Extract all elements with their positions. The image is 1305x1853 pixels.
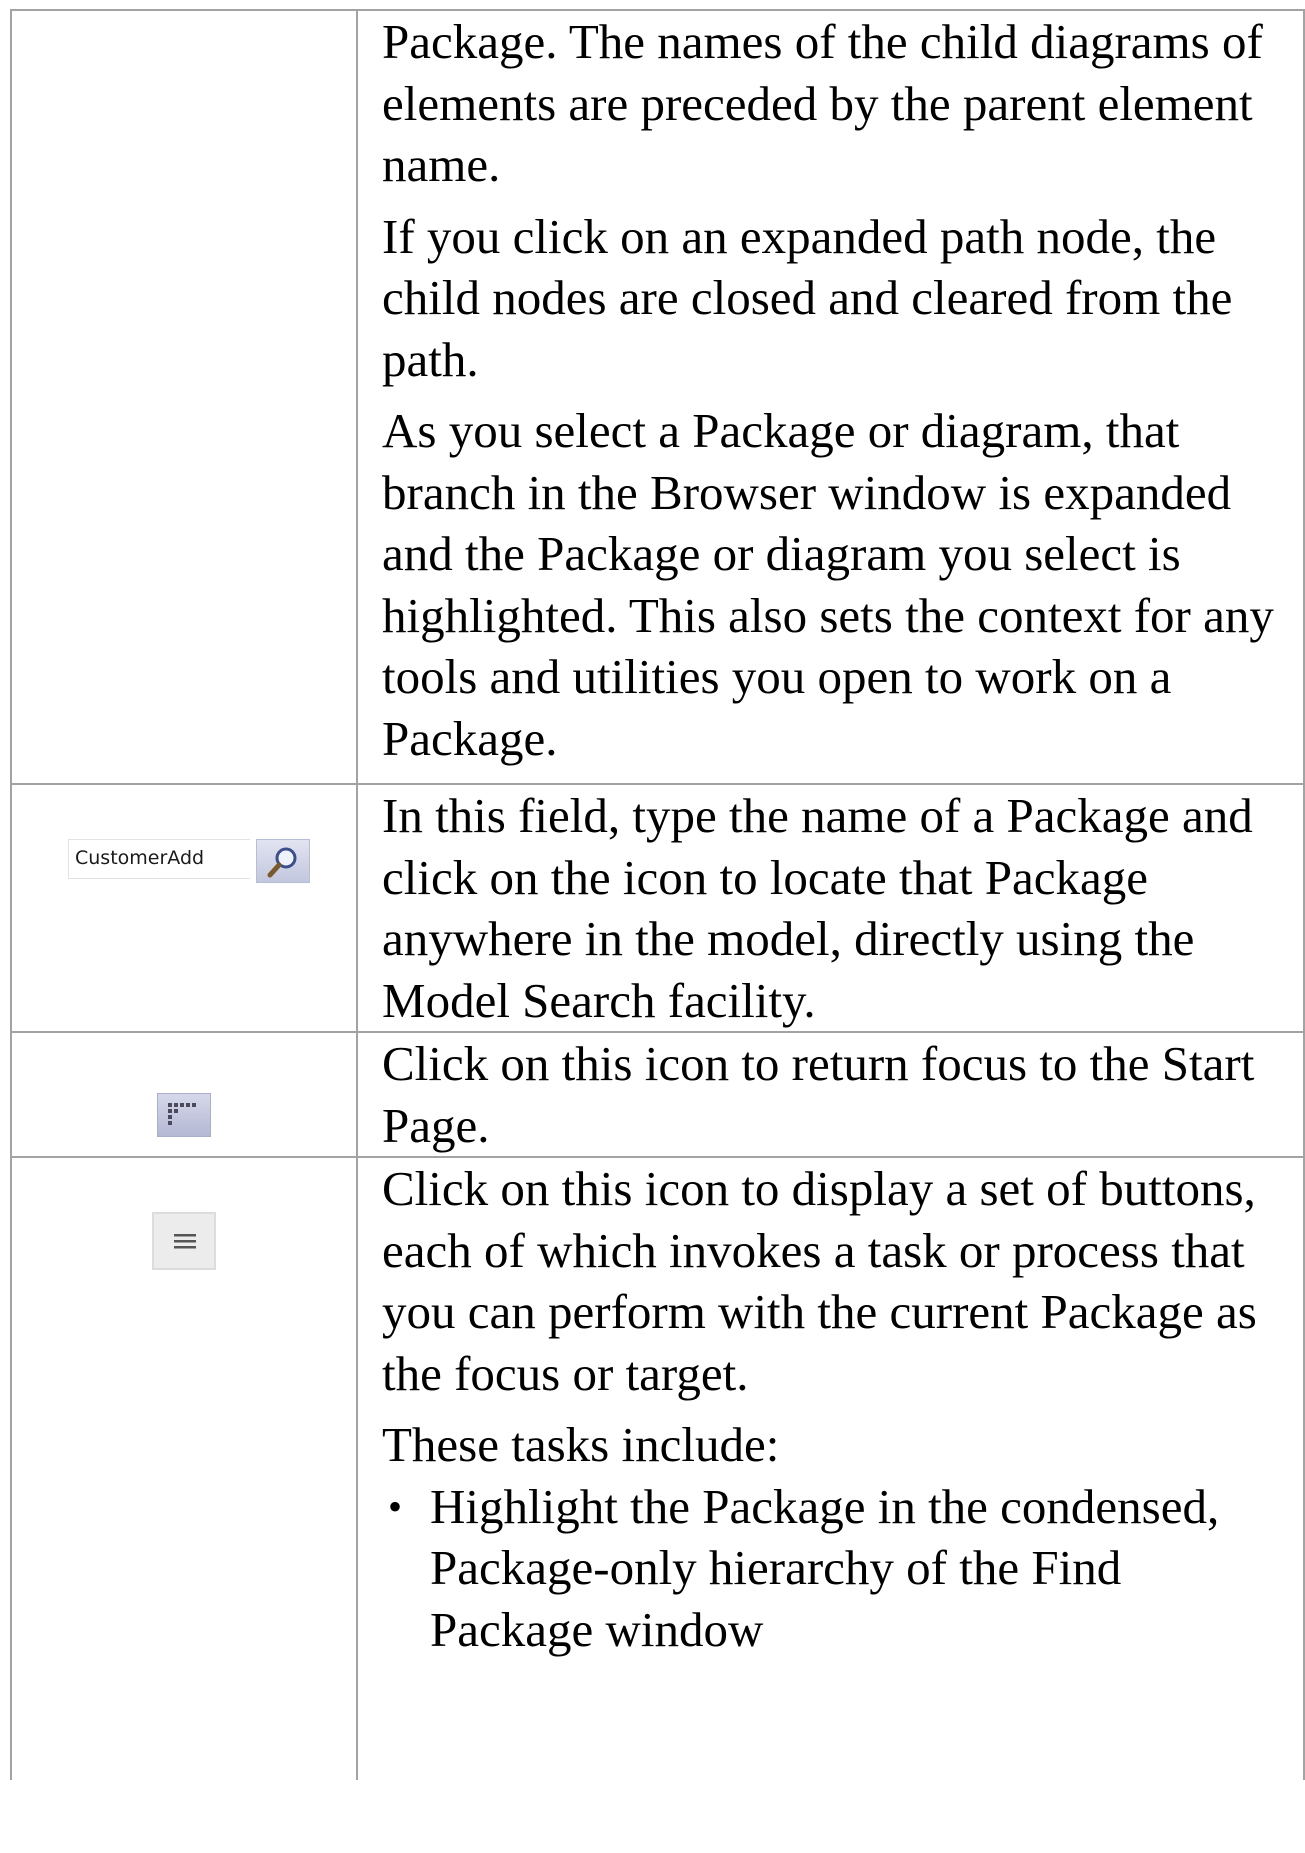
icon-cell: [10, 1031, 358, 1158]
package-search-input[interactable]: CustomerAdd: [68, 839, 250, 879]
paragraph: If you click on an expanded path node, t…: [382, 208, 1233, 387]
icon-cell: CustomerAdd: [10, 783, 358, 1033]
paragraph: These tasks include:: [382, 1417, 780, 1472]
paragraph: In this field, type the name of a Packag…: [382, 788, 1253, 1028]
list-item-text: Highlight the Package in the condensed, …: [430, 1478, 1220, 1657]
description-cell: Click on this icon to display a set of b…: [356, 1156, 1305, 1780]
table-row: Click on this icon to display a set of b…: [10, 1156, 1305, 1780]
description-cell: In this field, type the name of a Packag…: [356, 783, 1305, 1033]
description-cell: Click on this icon to return focus to th…: [356, 1031, 1305, 1158]
package-search-widget: CustomerAdd: [68, 839, 310, 883]
paragraph: Click on this icon to return focus to th…: [382, 1036, 1255, 1153]
start-page-icon[interactable]: [157, 1093, 211, 1137]
description-cell: Package. The names of the child diagrams…: [356, 9, 1305, 785]
list-item: • Highlight the Package in the condensed…: [382, 1476, 1277, 1661]
search-button[interactable]: [256, 839, 310, 883]
menu-icon[interactable]: [152, 1212, 216, 1270]
paragraph: As you select a Package or diagram, that…: [382, 403, 1274, 766]
bullet-icon: •: [388, 1483, 403, 1529]
table-row: CustomerAdd In this field, type the name…: [10, 783, 1305, 1033]
paragraph: Package. The names of the child diagrams…: [382, 14, 1263, 192]
magnifier-icon: [267, 847, 297, 878]
icon-cell: [10, 1156, 358, 1780]
paragraph: Click on this icon to display a set of b…: [382, 1161, 1257, 1401]
icon-cell-empty: [10, 9, 358, 785]
table-row: Click on this icon to return focus to th…: [10, 1031, 1305, 1158]
task-list: • Highlight the Package in the condensed…: [382, 1476, 1277, 1661]
table-row: Package. The names of the child diagrams…: [10, 9, 1305, 785]
description-table: Package. The names of the child diagrams…: [10, 9, 1305, 1780]
